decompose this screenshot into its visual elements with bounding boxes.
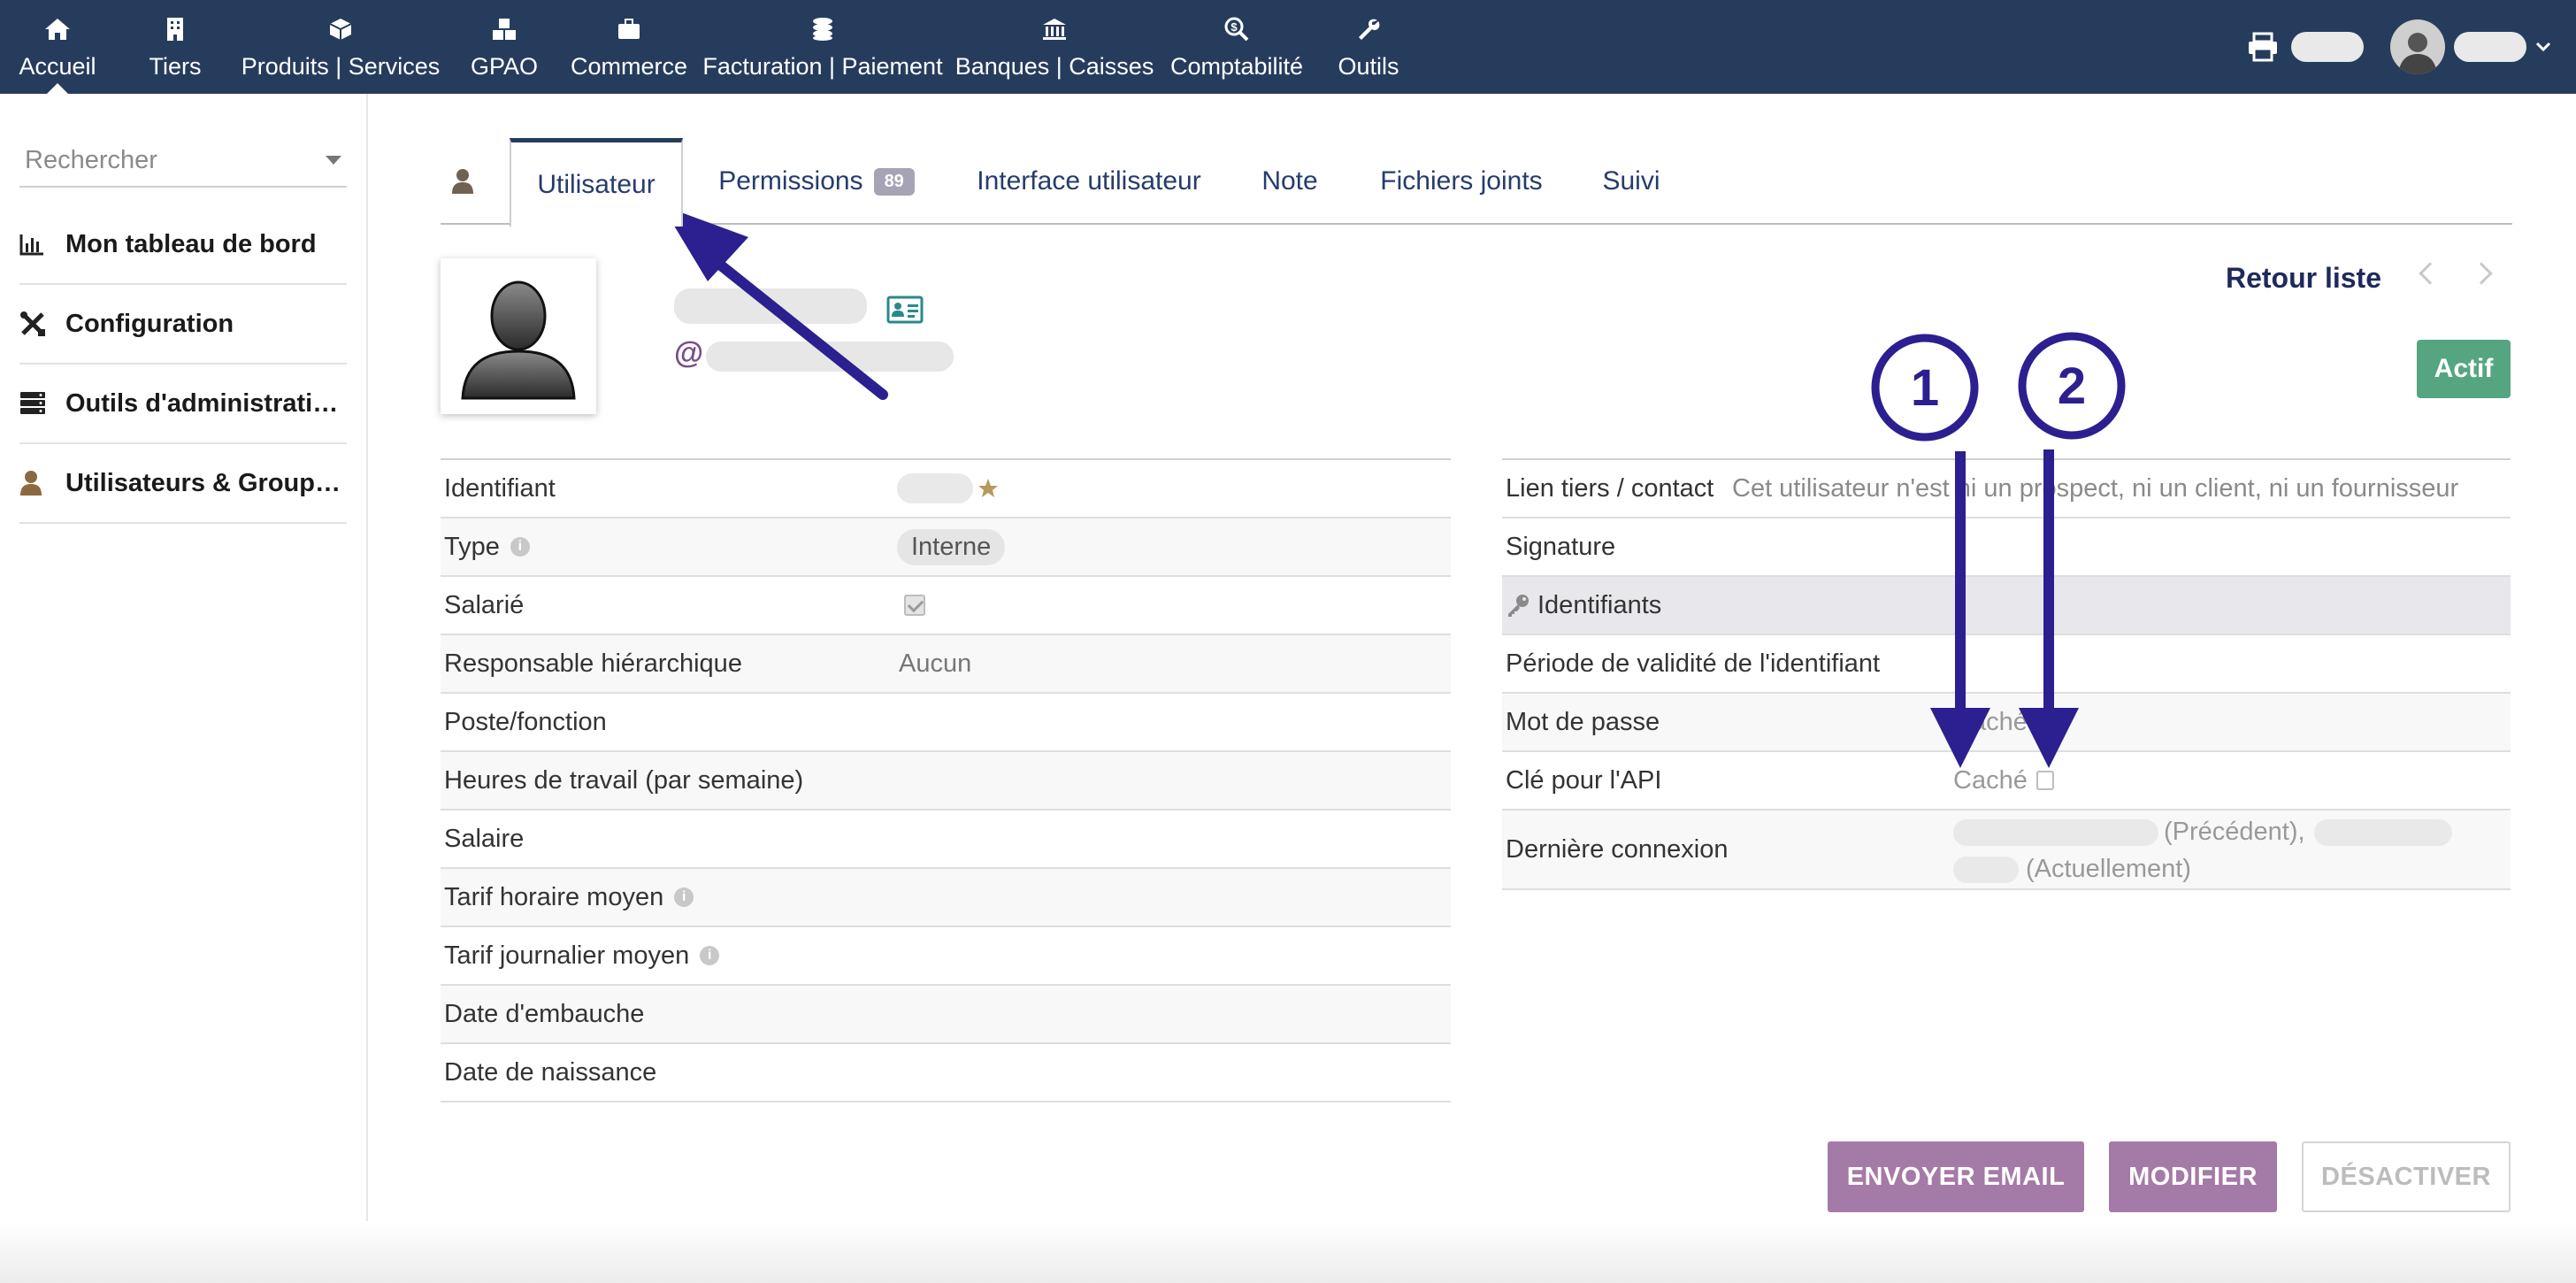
field-row-signature: Signature <box>1502 519 2511 577</box>
user-name-blurred <box>674 288 867 324</box>
tab-note[interactable]: Note <box>1251 138 1329 225</box>
section-identifiants: Identifiants <box>1502 577 2511 635</box>
type-tag: Interne <box>897 528 1006 565</box>
nav-banques-caisses[interactable]: Banques | Caisses <box>955 0 1154 94</box>
field-row-weekly-hours: Heures de travail (par semaine) <box>441 752 1451 811</box>
username-blurred[interactable] <box>2291 32 2364 62</box>
field-row-hire-date: Date d'embauche <box>441 986 1451 1044</box>
left-sidebar: Rechercher Mon tableau de bord Configura… <box>0 94 368 1283</box>
field-row-salarie: Salarié <box>441 577 1451 635</box>
status-badge: Actif <box>2417 340 2511 398</box>
nav-gpao[interactable]: GPAO <box>460 0 548 94</box>
field-row-api-key: Clé pour l'API Caché <box>1502 752 2511 811</box>
show-api-key-checkbox[interactable] <box>2036 771 2054 790</box>
chart-icon <box>19 230 48 258</box>
wrench-icon <box>1356 14 1381 44</box>
field-row-hourly-rate: Tarif horaire moyen i <box>441 869 1451 927</box>
field-row-thirdparty-link: Lien tiers / contact Cet utilisateur n'e… <box>1502 460 2511 519</box>
login-value-blurred <box>897 473 973 503</box>
building-icon <box>166 14 184 44</box>
field-row-daily-rate: Tarif journalier moyen i <box>441 927 1451 986</box>
field-row-type: Type i Interne <box>441 519 1451 577</box>
svg-text:2: 2 <box>2058 357 2086 415</box>
info-icon: i <box>510 537 530 557</box>
tools-icon <box>19 310 48 338</box>
search-select[interactable]: Rechercher <box>19 134 347 188</box>
print-icon[interactable] <box>2247 32 2279 62</box>
info-icon: i <box>674 887 694 907</box>
info-icon: i <box>700 946 720 965</box>
sidebar-item-admin-tools[interactable]: Outils d'administrati… <box>19 365 347 444</box>
user-fields-right: Lien tiers / contact Cet utilisateur n'e… <box>1502 458 2511 890</box>
email-at-icon: @ <box>674 336 704 370</box>
cubes-icon <box>491 14 518 44</box>
coins-icon <box>811 14 834 44</box>
cube-icon <box>328 14 353 44</box>
login-blurred[interactable] <box>2454 32 2526 62</box>
tab-files[interactable]: Fichiers joints <box>1373 138 1550 225</box>
tab-suivi[interactable]: Suivi <box>1592 138 1670 225</box>
search-dollar-icon: $ <box>1223 14 1250 44</box>
modify-button[interactable]: MODIFIER <box>2109 1141 2277 1212</box>
field-row-last-login: Dernière connexion (Précédent), (Actuell… <box>1502 811 2511 890</box>
bank-icon <box>1042 14 1067 44</box>
tab-interface[interactable]: Interface utilisateur <box>970 138 1208 225</box>
field-row-validity: Période de validité de l'identifiant <box>1502 635 2511 694</box>
bottom-shadow <box>0 1221 2576 1283</box>
send-email-button[interactable]: ENVOYER EMAIL <box>1828 1141 2084 1212</box>
vcard-icon[interactable] <box>886 296 924 324</box>
field-row-salary: Salaire <box>441 811 1451 869</box>
top-navbar: Accueil Tiers Produits | Services GPAO C… <box>0 0 2576 94</box>
user-icon <box>19 469 48 497</box>
tab-permissions[interactable]: Permissions 89 <box>708 138 925 225</box>
nav-comptabilite[interactable]: $ Comptabilité <box>1168 0 1306 94</box>
nav-facturation-paiement[interactable]: Facturation | Paiement <box>702 0 943 94</box>
nav-accueil[interactable]: Accueil <box>9 0 106 94</box>
user-photo[interactable] <box>441 258 596 414</box>
briefcase-icon <box>617 14 641 44</box>
caret-down-icon <box>326 156 341 165</box>
avatar[interactable] <box>2390 19 2445 74</box>
disable-button[interactable]: DÉSACTIVER <box>2302 1141 2511 1212</box>
back-to-list-link[interactable]: Retour liste <box>2226 262 2381 295</box>
tab-user-icon[interactable] <box>441 138 485 225</box>
chevron-down-icon[interactable] <box>2535 42 2551 52</box>
user-icon <box>451 168 474 195</box>
previous-login-blurred <box>1953 818 2158 846</box>
top-right-tools <box>2247 0 2551 94</box>
current-login-date-blurred <box>2313 818 2452 846</box>
sidebar-item-configuration[interactable]: Configuration <box>19 285 347 365</box>
previous-record-icon[interactable] <box>2419 262 2442 285</box>
svg-text:1: 1 <box>1911 359 1939 417</box>
field-row-birth-date: Date de naissance <box>441 1044 1451 1102</box>
star-icon <box>977 477 1000 500</box>
user-fields-left: Identifiant Type i Interne Salarié Respon… <box>441 458 1451 1102</box>
field-row-password: Mot de passe Caché <box>1502 694 2511 752</box>
nav-tiers[interactable]: Tiers <box>133 0 218 94</box>
sidebar-item-dashboard[interactable]: Mon tableau de bord <box>19 205 347 285</box>
server-icon <box>19 389 48 418</box>
next-record-icon[interactable] <box>2470 262 2493 285</box>
field-row-identifiant: Identifiant <box>441 460 1451 519</box>
permissions-count-badge: 89 <box>873 167 915 196</box>
field-row-job: Poste/fonction <box>441 694 1451 752</box>
nav-produits-services[interactable]: Produits | Services <box>239 0 442 94</box>
current-login-time-blurred <box>1953 856 2019 883</box>
key-icon <box>1506 593 1530 618</box>
home-icon <box>43 14 72 44</box>
sidebar-item-users-groups[interactable]: Utilisateurs & Group… <box>19 444 347 524</box>
field-row-manager: Responsable hiérarchique Aucun <box>441 635 1451 694</box>
user-email-blurred <box>706 342 954 372</box>
employee-checkbox <box>904 595 925 616</box>
nav-commerce[interactable]: Commerce <box>566 0 692 94</box>
nav-outils[interactable]: Outils <box>1327 0 1410 94</box>
tab-utilisateur[interactable]: Utilisateur <box>510 138 683 227</box>
svg-text:$: $ <box>1230 20 1238 34</box>
